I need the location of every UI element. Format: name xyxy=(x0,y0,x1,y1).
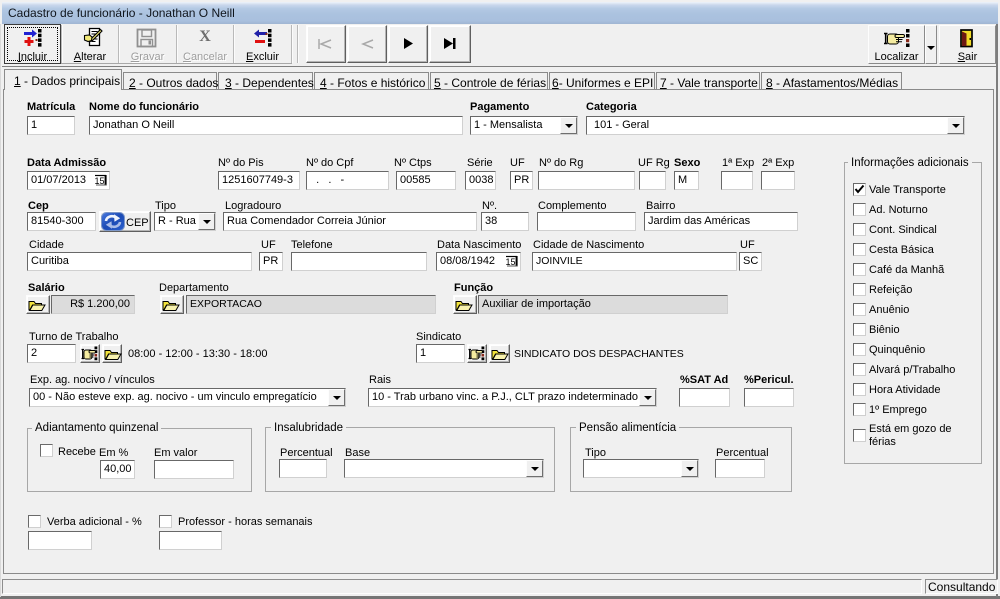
svg-text:15: 15 xyxy=(505,257,515,267)
svg-text:15: 15 xyxy=(94,176,104,186)
